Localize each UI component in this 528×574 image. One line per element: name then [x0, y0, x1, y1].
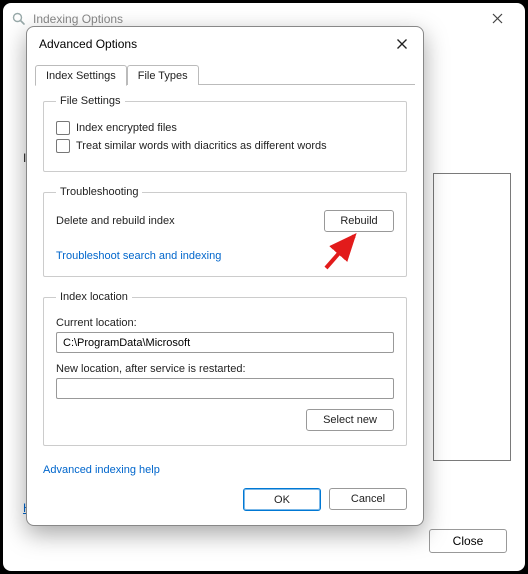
checkbox-row-diacritics[interactable]: Treat similar words with diacritics as d…: [56, 139, 394, 153]
checkbox-label: Index encrypted files: [76, 122, 177, 134]
file-settings-legend: File Settings: [56, 95, 125, 107]
advanced-options-dialog: Advanced Options Index Settings File Typ…: [26, 26, 424, 526]
checkbox-row-encrypted[interactable]: Index encrypted files: [56, 121, 394, 135]
current-location-label: Current location:: [56, 317, 394, 329]
troubleshoot-link[interactable]: Troubleshoot search and indexing: [56, 250, 221, 262]
new-location-label: New location, after service is restarted…: [56, 363, 394, 375]
index-location-group: Index location Current location: New loc…: [43, 291, 407, 446]
current-location-field[interactable]: [56, 332, 394, 353]
search-gear-icon: [11, 11, 27, 27]
outer-listbox[interactable]: [433, 173, 511, 461]
tab-content: File Settings Index encrypted files Trea…: [27, 85, 423, 454]
select-new-button[interactable]: Select new: [306, 409, 394, 431]
file-settings-group: File Settings Index encrypted files Trea…: [43, 95, 407, 172]
checkbox-icon[interactable]: [56, 121, 70, 135]
tabstrip: Index Settings File Types: [27, 61, 423, 85]
rebuild-button[interactable]: Rebuild: [324, 210, 394, 232]
inner-titlebar: Advanced Options: [27, 27, 423, 61]
rebuild-label: Delete and rebuild index: [56, 215, 175, 227]
tab-file-types[interactable]: File Types: [127, 65, 199, 85]
index-location-legend: Index location: [56, 291, 132, 303]
inner-title: Advanced Options: [39, 37, 137, 51]
checkbox-icon[interactable]: [56, 139, 70, 153]
new-location-field[interactable]: [56, 378, 394, 399]
outer-close-icon[interactable]: [477, 11, 517, 27]
outer-close-button[interactable]: Close: [429, 529, 507, 553]
advanced-help-link[interactable]: Advanced indexing help: [43, 464, 160, 476]
ok-button[interactable]: OK: [243, 488, 321, 511]
troubleshooting-legend: Troubleshooting: [56, 186, 142, 198]
cancel-button[interactable]: Cancel: [329, 488, 407, 510]
tab-index-settings[interactable]: Index Settings: [35, 65, 127, 86]
checkbox-label: Treat similar words with diacritics as d…: [76, 140, 327, 152]
outer-title: Indexing Options: [33, 12, 123, 26]
dialog-buttons: OK Cancel: [27, 478, 423, 525]
troubleshooting-group: Troubleshooting Delete and rebuild index…: [43, 186, 407, 277]
inner-close-button[interactable]: [393, 35, 411, 53]
